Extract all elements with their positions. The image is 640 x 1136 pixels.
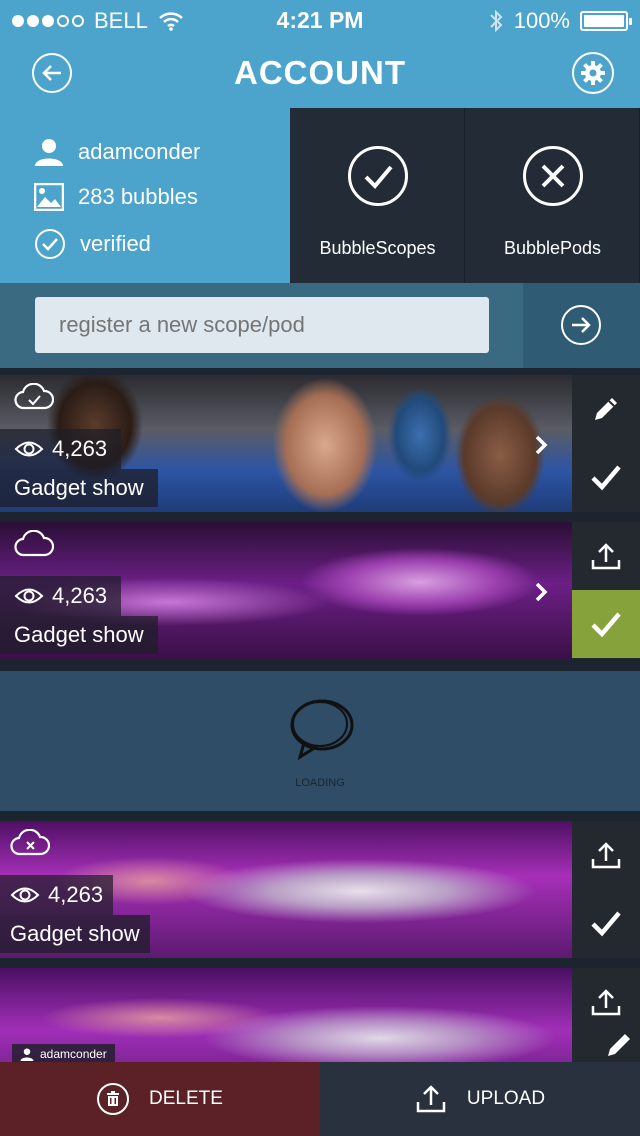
bottom-action-bar: DELETE UPLOAD xyxy=(0,1062,640,1136)
card-actions xyxy=(572,522,640,659)
delete-label: DELETE xyxy=(149,1088,223,1109)
card-actions xyxy=(572,821,640,958)
delete-button[interactable]: DELETE xyxy=(0,1062,320,1136)
x-circle-icon xyxy=(523,146,583,206)
upload-all-button[interactable]: UPLOAD xyxy=(320,1062,640,1136)
select-button[interactable] xyxy=(572,443,640,511)
view-count: 4,263 xyxy=(0,429,122,469)
bubble-title: Gadget show xyxy=(0,616,158,654)
views-value: 4,263 xyxy=(52,583,108,608)
views-value: 4,263 xyxy=(52,436,108,461)
check-circle-icon xyxy=(348,146,408,206)
eye-icon xyxy=(10,887,40,903)
user-icon xyxy=(35,139,63,166)
edit-button[interactable] xyxy=(572,375,640,443)
battery-icon xyxy=(580,11,632,31)
upload-icon xyxy=(591,989,621,1016)
divider xyxy=(0,368,640,375)
loading-label: LOADING xyxy=(295,777,345,789)
bubble-title: Gadget show xyxy=(0,915,150,953)
battery-percent: 100% xyxy=(513,8,570,33)
owner-name: adamconder xyxy=(40,1047,107,1061)
username: adamconder xyxy=(78,139,201,164)
upload-button[interactable] xyxy=(572,522,640,590)
eye-icon xyxy=(14,441,44,457)
divider xyxy=(0,512,640,522)
pencil-icon xyxy=(608,1034,630,1056)
view-count: 4,263 xyxy=(0,875,114,915)
device-tiles: BubbleScopes BubblePods xyxy=(290,108,640,283)
select-button[interactable] xyxy=(572,590,640,658)
check-circle-icon xyxy=(35,229,65,259)
gear-icon xyxy=(581,61,605,85)
bubble-count: 283 bubbles xyxy=(78,184,198,209)
upload-icon xyxy=(591,842,621,869)
arrow-right-icon xyxy=(572,317,591,333)
check-icon xyxy=(591,465,621,491)
cloud-upload-icon xyxy=(14,530,54,557)
check-icon xyxy=(591,612,621,638)
account-info: adamconder 283 bubbles verified xyxy=(0,108,290,283)
upload-button[interactable] xyxy=(572,968,640,1036)
divider xyxy=(0,659,640,671)
owner-badge: adamconder xyxy=(12,1044,115,1064)
upload-button[interactable] xyxy=(572,821,640,889)
username-row: adamconder xyxy=(34,138,200,166)
cloud-x-icon xyxy=(10,829,50,856)
speech-bubble-icon xyxy=(290,699,354,761)
image-icon xyxy=(34,183,64,211)
divider xyxy=(0,811,640,821)
cloud-check-icon xyxy=(14,383,54,410)
trash-icon xyxy=(97,1083,130,1115)
bubble-card[interactable]: 4,263 Gadget show xyxy=(0,375,640,512)
chevron-right-icon[interactable] xyxy=(532,580,550,604)
verified-label: verified xyxy=(80,231,151,256)
bluetooth-icon xyxy=(490,9,503,33)
upload-icon xyxy=(591,543,621,570)
chevron-right-icon[interactable] xyxy=(532,433,550,457)
divider xyxy=(0,958,640,968)
register-input[interactable] xyxy=(35,297,489,353)
page-title: ACCOUNT xyxy=(234,54,406,91)
settings-button[interactable] xyxy=(572,52,614,94)
views-value: 4,263 xyxy=(48,882,104,907)
status-bar: BELL 4:21 PM 100% xyxy=(0,0,640,40)
bubblescopes-tile[interactable]: BubbleScopes xyxy=(290,108,465,283)
header: BELL 4:21 PM 100% ACCOUNT xyxy=(0,0,640,108)
bubble-card[interactable]: 4,263 Gadget show xyxy=(0,821,640,958)
bubblepods-tile[interactable]: BubblePods xyxy=(465,108,640,283)
select-button[interactable] xyxy=(572,889,640,957)
pencil-icon xyxy=(595,398,617,420)
tile-label: BubbleScopes xyxy=(319,238,436,258)
register-bar xyxy=(0,283,640,368)
upload-icon xyxy=(416,1085,446,1113)
verified-row: verified xyxy=(34,228,151,260)
check-icon xyxy=(591,911,621,937)
register-submit-area[interactable] xyxy=(523,283,640,368)
loading-placeholder: LOADING xyxy=(0,671,640,811)
upload-label: UPLOAD xyxy=(466,1088,546,1109)
card-actions xyxy=(572,375,640,512)
bubble-title: Gadget show xyxy=(0,469,158,507)
bubbles-row: 283 bubbles xyxy=(34,183,198,211)
bubble-card[interactable]: 4,263 Gadget show xyxy=(0,522,640,659)
view-count: 4,263 xyxy=(0,576,122,616)
eye-icon xyxy=(14,588,44,604)
user-icon xyxy=(20,1047,34,1061)
tile-label: BubblePods xyxy=(503,238,602,258)
register-submit-button[interactable] xyxy=(561,305,601,345)
